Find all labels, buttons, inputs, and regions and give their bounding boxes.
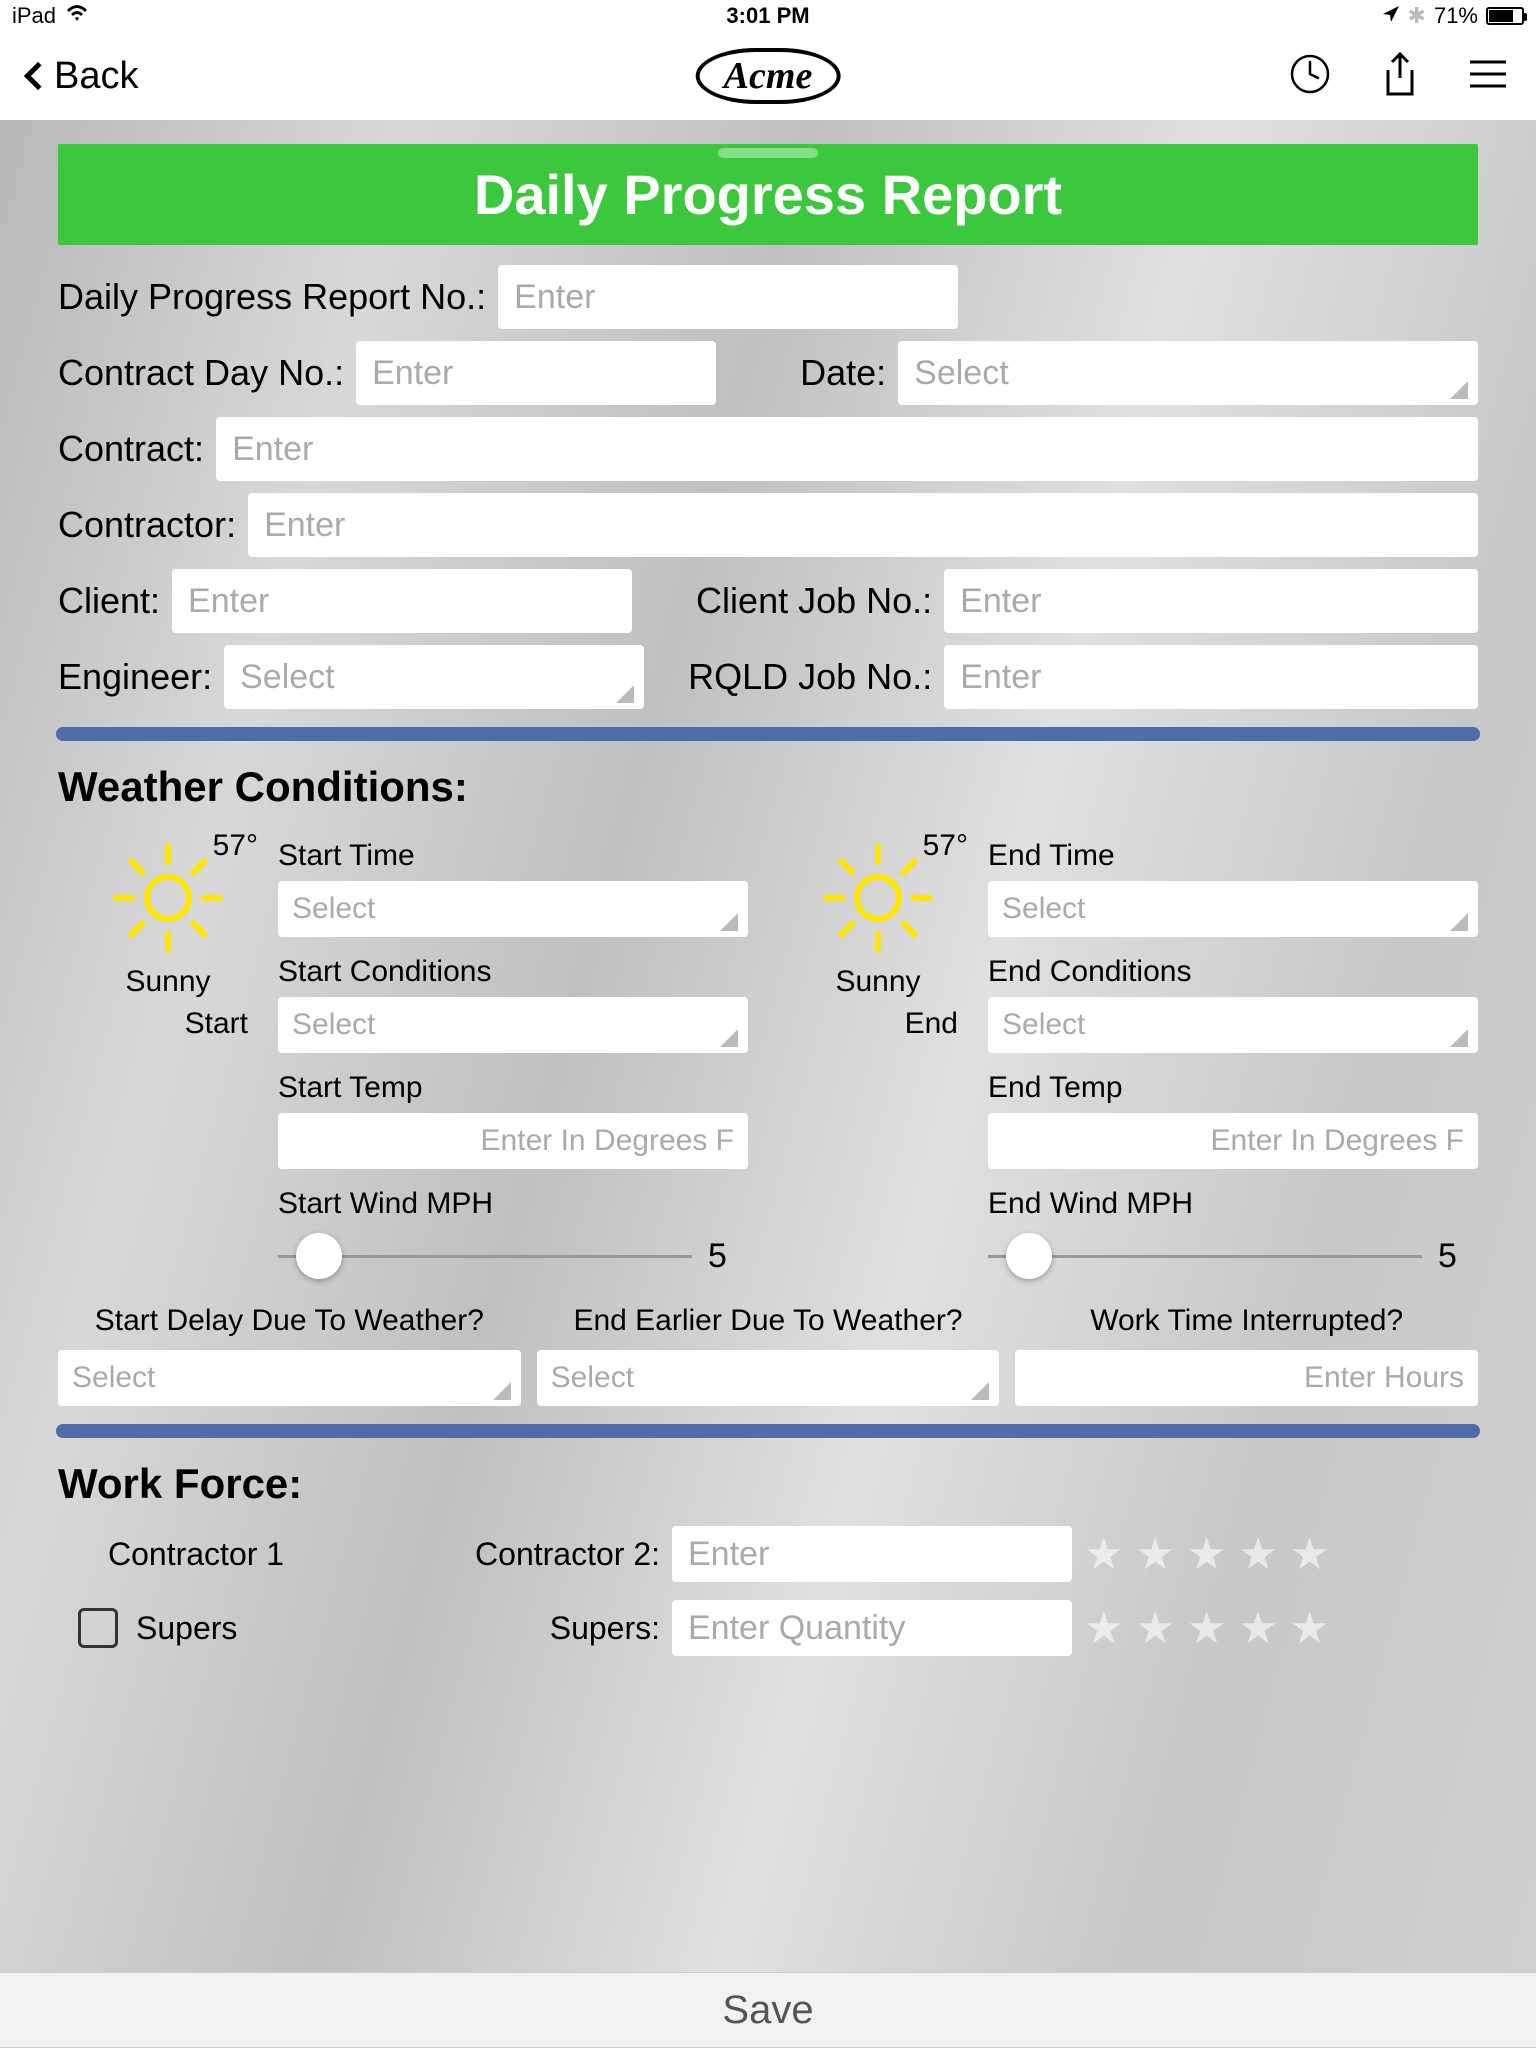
weather-title: Weather Conditions: xyxy=(58,763,1478,811)
interrupted-input[interactable] xyxy=(1015,1350,1478,1406)
nav-bar: Back Acme xyxy=(0,32,1536,120)
supers2-label: Supers: xyxy=(410,1610,660,1647)
star-icon: ★ xyxy=(1135,1603,1174,1654)
contract-day-input[interactable] xyxy=(356,341,716,405)
contractor-label: Contractor: xyxy=(58,504,236,546)
end-cond-display: Sunny xyxy=(835,965,920,999)
start-period-label: Start xyxy=(185,1007,248,1041)
page-title: Daily Progress Report xyxy=(474,163,1062,226)
report-no-input[interactable] xyxy=(498,265,958,329)
client-job-input[interactable] xyxy=(944,569,1478,633)
star-icon: ★ xyxy=(1238,1529,1277,1580)
supers2-input[interactable] xyxy=(672,1600,1072,1656)
star-icon: ★ xyxy=(1187,1529,1226,1580)
start-wind-value: 5 xyxy=(708,1237,748,1276)
section-divider xyxy=(56,1424,1480,1438)
app-logo: Acme xyxy=(696,48,841,104)
back-button[interactable]: Back xyxy=(28,55,138,98)
start-cond-select[interactable]: Select xyxy=(278,997,748,1053)
start-cond-display: Sunny xyxy=(125,965,210,999)
drag-handle[interactable] xyxy=(718,148,818,158)
contractor-rating[interactable]: ★★★★★ xyxy=(1084,1529,1478,1580)
contract-label: Contract: xyxy=(58,428,204,470)
contractor2-input[interactable] xyxy=(672,1526,1072,1582)
end-time-select[interactable]: Select xyxy=(988,881,1478,937)
star-icon: ★ xyxy=(1084,1529,1123,1580)
star-icon: ★ xyxy=(1135,1529,1174,1580)
end-period-label: End xyxy=(905,1007,958,1041)
share-icon[interactable] xyxy=(1380,50,1420,103)
start-temp-label: Start Temp xyxy=(278,1071,748,1105)
start-time-label: Start Time xyxy=(278,839,748,873)
end-temp-label: End Temp xyxy=(988,1071,1478,1105)
battery-icon xyxy=(1486,7,1524,25)
supers-rating[interactable]: ★★★★★ xyxy=(1084,1603,1478,1654)
end-cond-select[interactable]: Select xyxy=(988,997,1478,1053)
contract-input[interactable] xyxy=(216,417,1478,481)
start-time-select[interactable]: Select xyxy=(278,881,748,937)
end-time-label: End Time xyxy=(988,839,1478,873)
history-icon[interactable] xyxy=(1288,52,1332,101)
star-icon: ★ xyxy=(1290,1603,1329,1654)
engineer-select[interactable]: Select xyxy=(224,645,644,709)
contractor-input[interactable] xyxy=(248,493,1478,557)
status-bar: iPad 3:01 PM ✱ 71% xyxy=(0,0,1536,32)
supers-checkbox[interactable] xyxy=(78,1608,118,1648)
contractor1-label: Contractor 1 xyxy=(58,1536,398,1573)
content-area: Daily Progress Report Daily Progress Rep… xyxy=(0,120,1536,1972)
workforce-title: Work Force: xyxy=(58,1460,1478,1508)
chevron-left-icon xyxy=(24,62,52,90)
date-select[interactable]: Select xyxy=(898,341,1478,405)
end-wind-value: 5 xyxy=(1438,1237,1478,1276)
sun-icon xyxy=(113,843,223,953)
start-temp-input[interactable] xyxy=(278,1113,748,1169)
start-wind-slider[interactable] xyxy=(278,1255,692,1258)
client-input[interactable] xyxy=(172,569,632,633)
report-no-label: Daily Progress Report No.: xyxy=(58,276,486,318)
sun-icon xyxy=(823,843,933,953)
client-label: Client: xyxy=(58,580,160,622)
star-icon: ★ xyxy=(1238,1603,1277,1654)
rqld-job-label: RQLD Job No.: xyxy=(688,656,932,698)
end-cond-label: End Conditions xyxy=(988,955,1478,989)
start-wind-label: Start Wind MPH xyxy=(278,1187,748,1221)
wifi-icon xyxy=(64,3,90,29)
location-icon xyxy=(1382,3,1400,29)
battery-percent: 71% xyxy=(1434,3,1478,29)
section-divider xyxy=(56,727,1480,741)
supers1-label: Supers xyxy=(136,1610,237,1647)
rqld-job-input[interactable] xyxy=(944,645,1478,709)
engineer-label: Engineer: xyxy=(58,656,212,698)
contractor2-label: Contractor 2: xyxy=(410,1536,660,1573)
star-icon: ★ xyxy=(1187,1603,1226,1654)
start-cond-label: Start Conditions xyxy=(278,955,748,989)
menu-icon[interactable] xyxy=(1468,58,1508,95)
end-wind-slider[interactable] xyxy=(988,1255,1422,1258)
interrupted-label: Work Time Interrupted? xyxy=(1090,1304,1403,1338)
page-title-banner: Daily Progress Report xyxy=(58,144,1478,245)
early-label: End Earlier Due To Weather? xyxy=(573,1304,962,1338)
status-time: 3:01 PM xyxy=(516,3,1020,29)
client-job-label: Client Job No.: xyxy=(696,580,932,622)
star-icon: ★ xyxy=(1290,1529,1329,1580)
delay-select[interactable]: Select xyxy=(58,1350,521,1406)
device-label: iPad xyxy=(12,3,56,29)
save-button[interactable]: Save xyxy=(0,1972,1536,2048)
end-temp-input[interactable] xyxy=(988,1113,1478,1169)
bluetooth-icon: ✱ xyxy=(1408,3,1426,29)
contract-day-label: Contract Day No.: xyxy=(58,352,344,394)
date-label: Date: xyxy=(800,352,886,394)
end-wind-label: End Wind MPH xyxy=(988,1187,1478,1221)
early-select[interactable]: Select xyxy=(537,1350,1000,1406)
star-icon: ★ xyxy=(1084,1603,1123,1654)
delay-label: Start Delay Due To Weather? xyxy=(95,1304,484,1338)
save-label: Save xyxy=(722,1988,813,2033)
back-label: Back xyxy=(54,55,138,98)
